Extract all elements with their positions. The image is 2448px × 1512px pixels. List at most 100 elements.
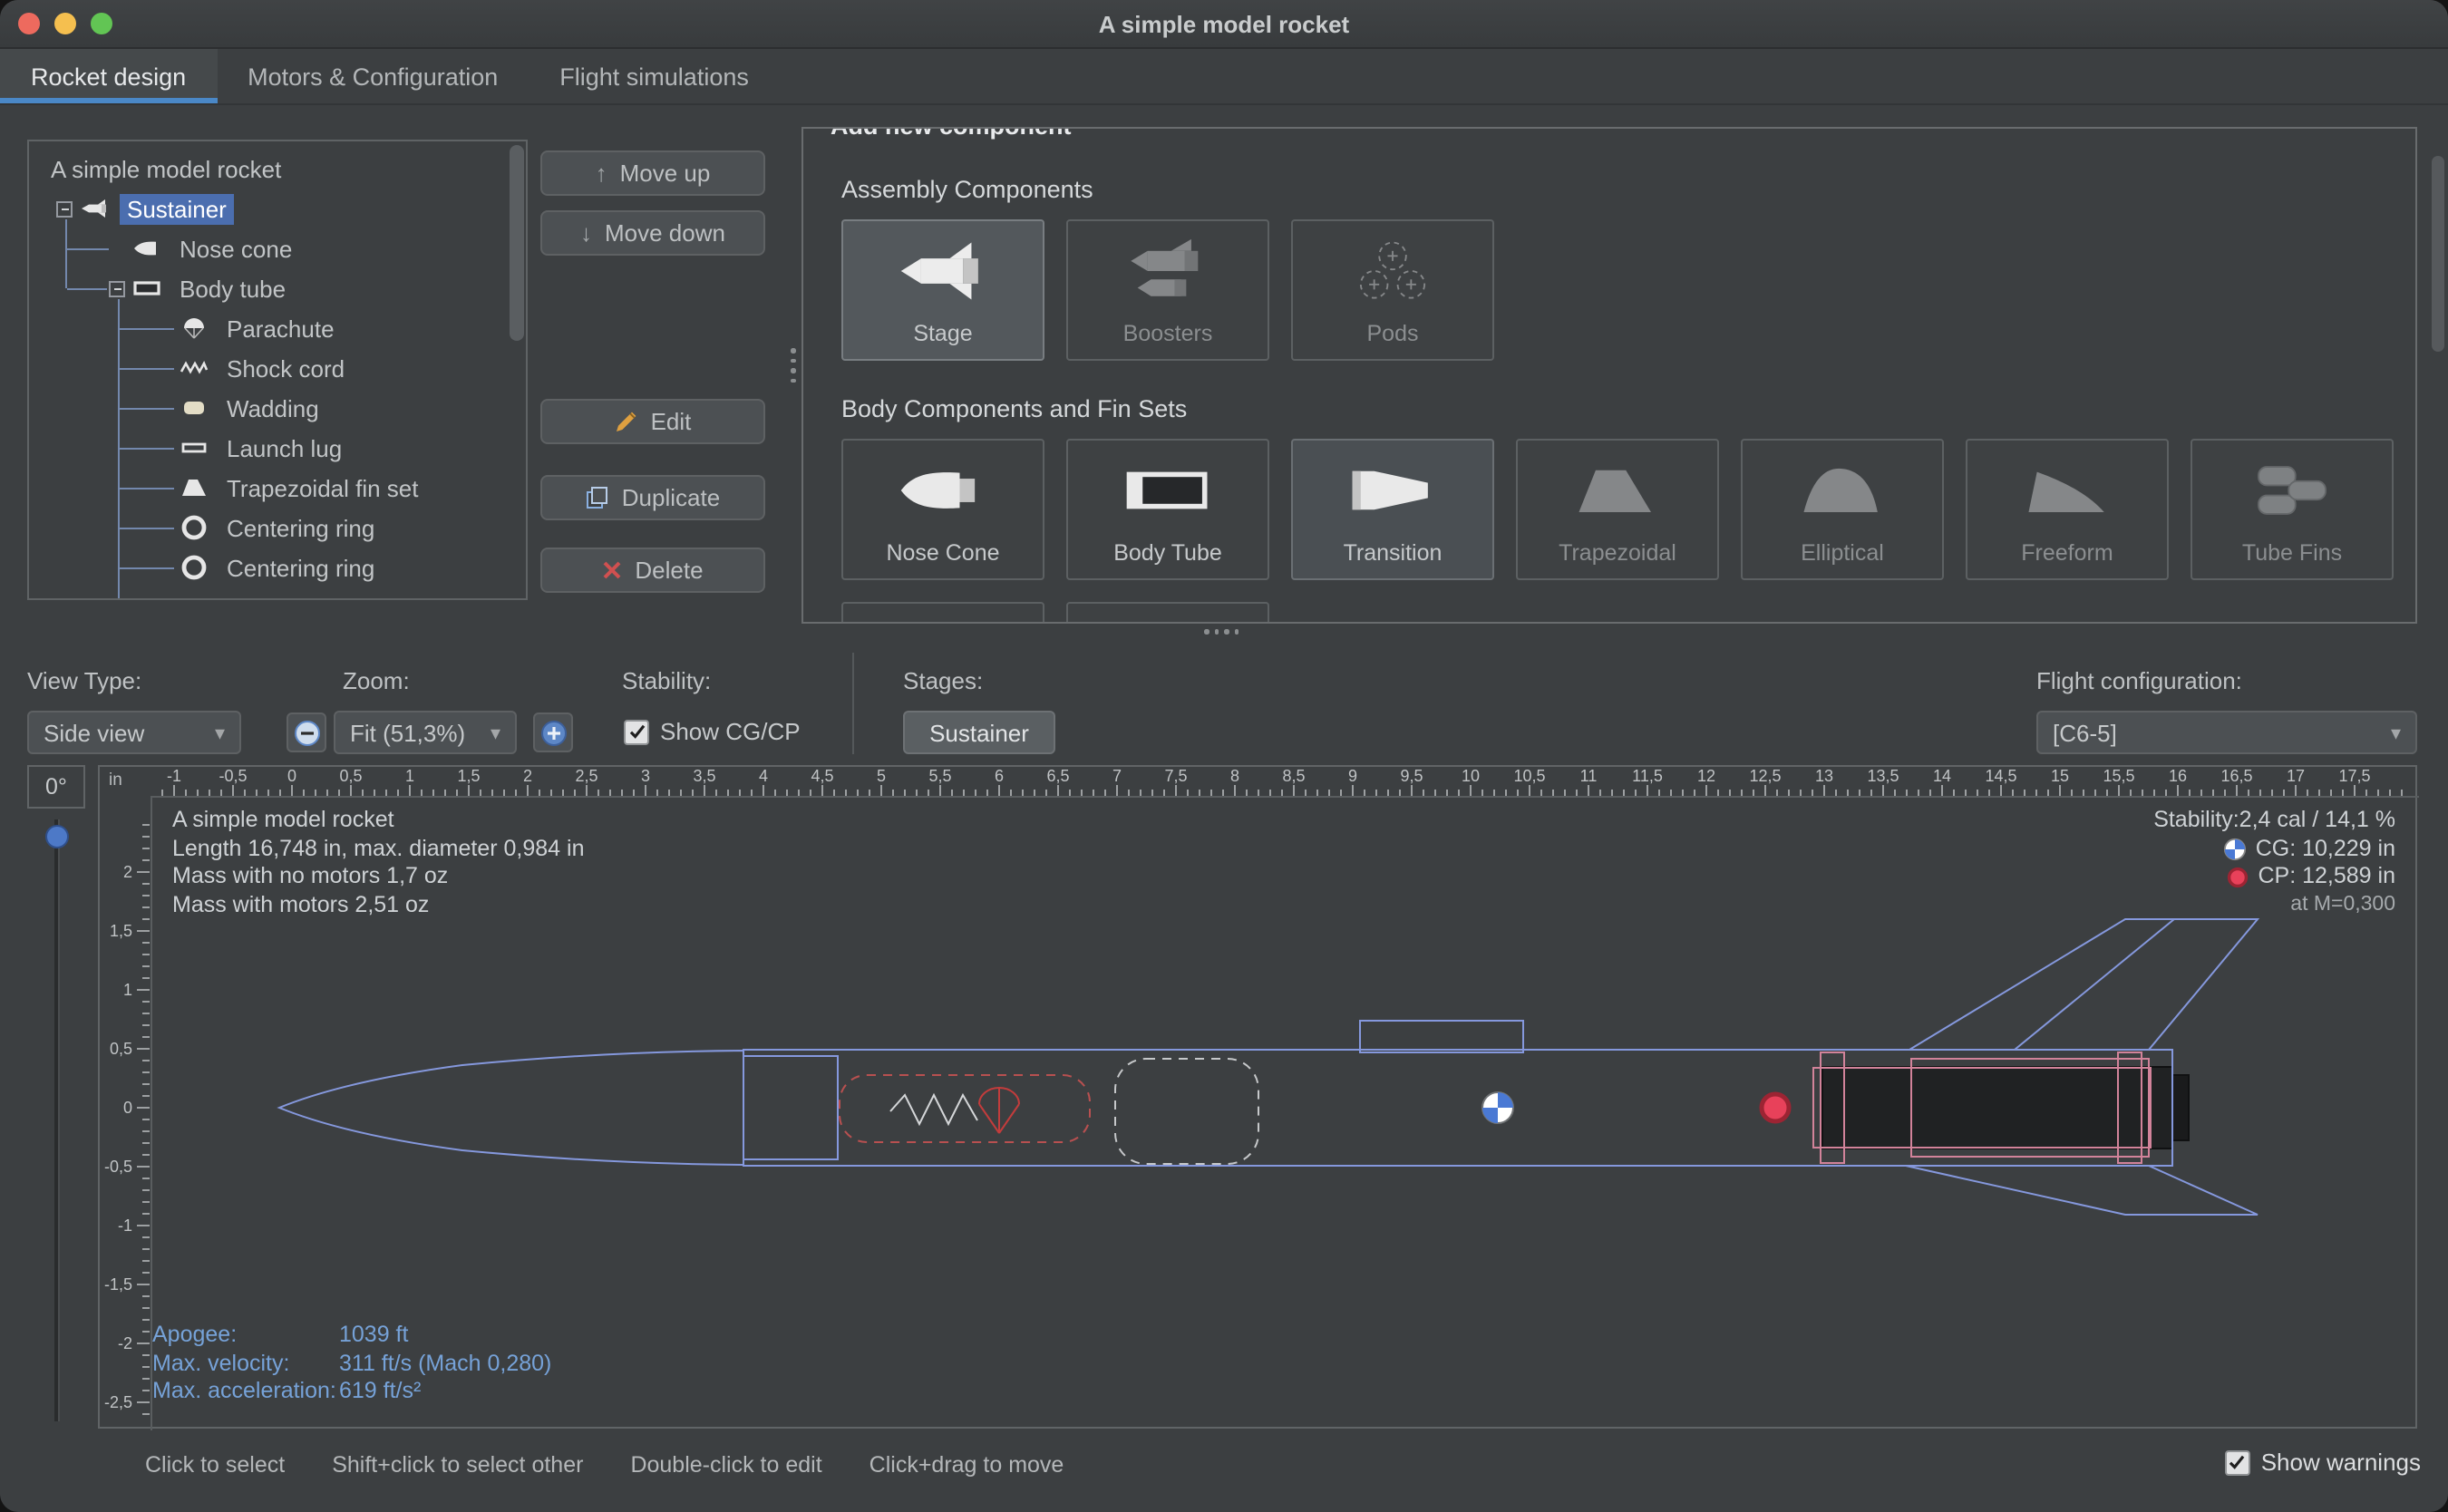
tree-item-shock-cord[interactable]: Shock cord — [29, 348, 526, 388]
status-hint: Shift+click to select other — [332, 1452, 583, 1478]
launch-lug-shape[interactable] — [1360, 1021, 1523, 1052]
motor-shape[interactable] — [1822, 1067, 2172, 1149]
tree-scrollbar-thumb[interactable] — [510, 145, 524, 341]
stage-toggle-label: Sustainer — [929, 719, 1029, 746]
svg-text:6,5: 6,5 — [1046, 767, 1069, 785]
component-tile-transition[interactable]: Transition — [1291, 439, 1494, 580]
pods-icon — [1345, 237, 1440, 310]
show-cgcp-checkbox[interactable]: Show CG/CP — [624, 718, 801, 745]
view-type-select[interactable]: Side view ▾ — [27, 711, 241, 754]
zoom-in-button[interactable] — [533, 712, 573, 752]
flight-config-select[interactable]: [C6-5] ▾ — [2036, 711, 2417, 754]
tree-item-centering-ring[interactable]: Centering ring — [29, 508, 526, 548]
status-hint: Double-click to edit — [630, 1452, 821, 1478]
svg-text:0: 0 — [287, 767, 296, 785]
wadding-shape[interactable] — [1115, 1059, 1258, 1164]
minimize-button[interactable] — [54, 13, 76, 34]
fin-upper-shape[interactable] — [1909, 919, 2258, 1050]
component-tile-trapezoidal[interactable]: Trapezoidal — [1516, 439, 1719, 580]
tab-flight-simulations[interactable]: Flight simulations — [529, 49, 780, 103]
velocity-label: Max. velocity: — [152, 1350, 339, 1378]
component-tile-pods[interactable]: Pods — [1291, 219, 1494, 361]
tree-item-sustainer[interactable]: Sustainer — [29, 189, 526, 228]
component-tile-nose-cone[interactable]: Nose Cone — [841, 439, 1044, 580]
zoom-out-button[interactable] — [287, 712, 326, 752]
svg-text:-0,5: -0,5 — [104, 1158, 132, 1176]
body-tube-icon — [132, 274, 161, 303]
tree-item-parachute[interactable]: Parachute — [29, 308, 526, 348]
tree-item-trapezoidal-fin-set[interactable]: Trapezoidal fin set — [29, 468, 526, 508]
svg-text:-0,5: -0,5 — [219, 767, 247, 785]
nose-shoulder-shape[interactable] — [743, 1056, 838, 1159]
zoom-select[interactable]: Fit (51,3%) ▾ — [334, 711, 517, 754]
collapse-handle-icon[interactable] — [109, 280, 125, 296]
stage-toggle-sustainer[interactable]: Sustainer — [903, 711, 1055, 754]
tree-item-launch-lug[interactable]: Launch lug — [29, 428, 526, 468]
svg-text:13,5: 13,5 — [1867, 767, 1899, 785]
tree-item-label: Inner Tube — [219, 592, 346, 600]
shock-cord-shape[interactable] — [890, 1095, 977, 1124]
wadding-icon — [180, 393, 209, 422]
edit-label: Edit — [651, 408, 692, 435]
svg-text:4,5: 4,5 — [811, 767, 833, 785]
tree-item-body-tube[interactable]: Body tube — [29, 268, 526, 308]
rotation-slider-knob[interactable] — [45, 825, 69, 848]
assembly-components-header: Assembly Components — [841, 176, 1093, 203]
component-tile-elliptical[interactable]: Elliptical — [1741, 439, 1944, 580]
duplicate-button[interactable]: Duplicate — [540, 475, 765, 520]
nose-cone-shape[interactable] — [279, 1051, 743, 1165]
svg-text:4: 4 — [759, 767, 768, 785]
nose-cone-icon — [896, 457, 990, 529]
svg-text:16: 16 — [2169, 767, 2187, 785]
component-tile-stage[interactable]: Stage — [841, 219, 1044, 361]
tree-item-label: Parachute — [219, 313, 342, 344]
duplicate-label: Duplicate — [622, 484, 720, 511]
svg-text:0,5: 0,5 — [339, 767, 362, 785]
svg-text:-1,5: -1,5 — [104, 1275, 132, 1294]
fin-lower-shape[interactable] — [1906, 1166, 2258, 1215]
pencil-icon — [615, 410, 638, 433]
component-tile-boosters[interactable]: Boosters — [1066, 219, 1269, 361]
elliptical-icon — [1795, 457, 1889, 529]
svg-text:11: 11 — [1580, 767, 1598, 785]
move-up-button[interactable]: ↑ Move up — [540, 150, 765, 196]
svg-text:5,5: 5,5 — [928, 767, 951, 785]
tree-item-label: Nose cone — [172, 233, 299, 264]
vertical-splitter-grip[interactable] — [791, 348, 795, 383]
zoom-button[interactable] — [91, 13, 112, 34]
trapezoidal-icon — [1570, 457, 1665, 529]
close-button[interactable] — [18, 13, 40, 34]
tree-item-a-simple-model-rocket[interactable]: A simple model rocket — [29, 149, 526, 189]
tree-item-wadding[interactable]: Wadding — [29, 388, 526, 428]
collapse-handle-icon[interactable] — [156, 599, 172, 600]
rocket-canvas[interactable]: -1-0,500,511,522,533,544,555,566,577,588… — [98, 765, 2417, 1429]
show-warnings-checkbox[interactable]: Show warnings — [2225, 1449, 2421, 1476]
component-tile-body-tube[interactable]: Body Tube — [1066, 439, 1269, 580]
delete-button[interactable]: Delete — [540, 548, 765, 593]
svg-text:15: 15 — [2051, 767, 2069, 785]
edit-button[interactable]: Edit — [540, 399, 765, 444]
horizontal-splitter-grip[interactable] — [1204, 629, 1239, 634]
stages-label: Stages: — [903, 667, 983, 694]
boosters-icon — [1121, 237, 1215, 310]
cp-legend-icon — [2228, 867, 2249, 888]
parachute-shape[interactable] — [840, 1075, 1090, 1142]
tab-rocket-design[interactable]: Rocket design — [0, 49, 217, 103]
launch-lug-icon — [180, 433, 209, 462]
component-tile-partial[interactable] — [841, 602, 1044, 624]
panel-scrollbar-thumb[interactable] — [2432, 156, 2444, 352]
tree-item-centering-ring[interactable]: Centering ring — [29, 548, 526, 587]
rotation-slider-track[interactable] — [54, 819, 60, 1421]
zoom-out-icon — [293, 719, 320, 746]
tab-motors-configuration[interactable]: Motors & Configuration — [217, 49, 529, 103]
move-down-button[interactable]: ↓ Move down — [540, 210, 765, 256]
tree-item-nose-cone[interactable]: Nose cone — [29, 228, 526, 268]
collapse-handle-icon[interactable] — [56, 200, 73, 217]
component-tile-partial[interactable] — [1066, 602, 1269, 624]
component-tile-tube-fins[interactable]: Tube Fins — [2191, 439, 2394, 580]
component-tile-freeform[interactable]: Freeform — [1966, 439, 2169, 580]
component-tile-label: Boosters — [1123, 321, 1213, 346]
svg-text:3,5: 3,5 — [693, 767, 715, 785]
tree-item-inner-tube[interactable]: Inner Tube — [29, 587, 526, 600]
component-tree[interactable]: A simple model rocketSustainer Nose cone B… — [27, 140, 528, 600]
